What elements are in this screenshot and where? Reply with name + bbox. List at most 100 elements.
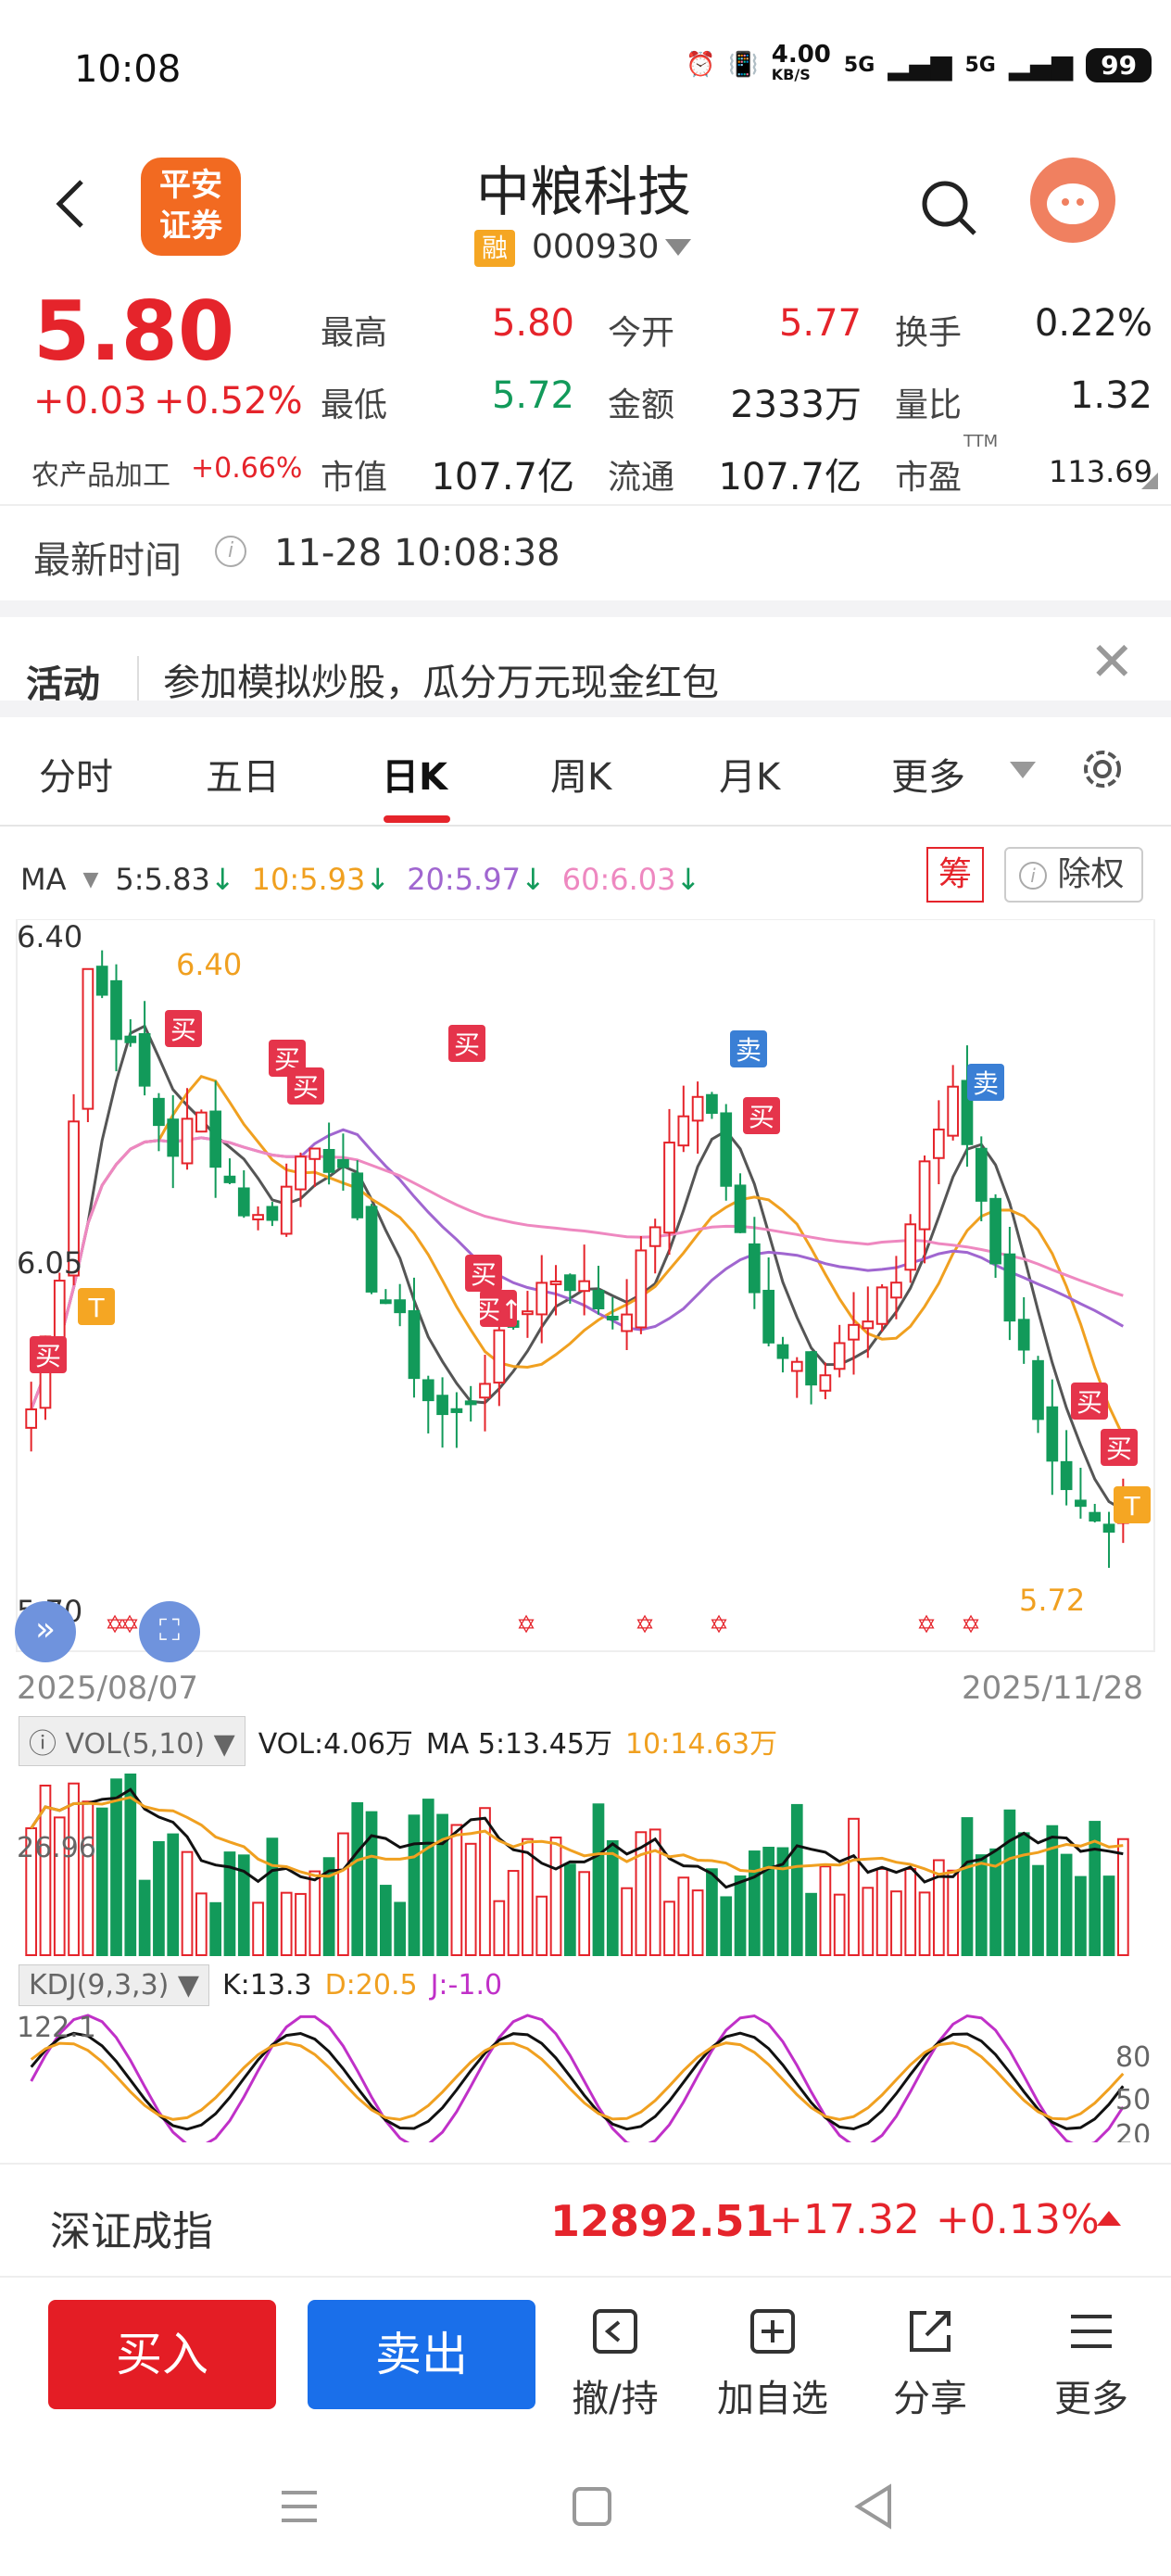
nav-back-icon[interactable] [852, 2483, 895, 2533]
status-time: 10:08 [74, 48, 182, 91]
kdj-legend[interactable]: KDJ(9,3,3) ▼ K:13.3 D:20.5 J:-1.0 [19, 1964, 502, 2006]
settings-gear-icon[interactable] [1078, 745, 1127, 793]
candle-body [464, 1400, 477, 1406]
volume-bar [351, 1801, 364, 1957]
signal-bars-icon-2: ▂▄▆ [1008, 48, 1074, 82]
y-tick-label: 6.40 [17, 919, 82, 954]
signal-bars-icon: ▂▄▆ [888, 48, 952, 82]
signal-star-icon: ✡ [635, 1611, 655, 1639]
ex-rights-button[interactable]: i 除权 [1004, 847, 1143, 903]
kdj-d: D:20.5 [324, 1969, 418, 2001]
section-gap [0, 600, 1171, 617]
candle-body [875, 1286, 888, 1325]
stock-name: 中粮科技 [475, 160, 691, 223]
ma60-value: 60:6.03 [561, 862, 676, 897]
volume-bar [68, 1782, 80, 1957]
tab-yuek[interactable]: 月K [719, 747, 780, 801]
candle-body [266, 1206, 279, 1221]
value-amount: 2333万 [730, 384, 862, 426]
volume-bar [1060, 1853, 1073, 1957]
cancel-hold-button[interactable]: 撤/持 [550, 2304, 680, 2422]
tab-rik[interactable]: 日K [382, 747, 447, 801]
kdj-y-tick: 80 [1115, 2041, 1151, 2074]
volume-bar [337, 1832, 349, 1956]
label-float: 流通 [608, 459, 675, 497]
buy-tag-label: 买 [454, 1029, 480, 1060]
chevron-down-icon[interactable] [665, 239, 691, 256]
candle-body [280, 1185, 293, 1235]
sell-button[interactable]: 卖出 [308, 2300, 535, 2409]
signal-star-icon: ✡ [120, 1611, 140, 1639]
volume-bar [833, 1893, 846, 1956]
label-pe: 市盈 [895, 459, 963, 497]
industry-change[interactable]: +0.66% [191, 452, 302, 485]
activity-separator [137, 656, 139, 701]
signal-star-icon: ✡ [709, 1611, 729, 1639]
more-button[interactable]: 更多 [1026, 2304, 1156, 2422]
search-icon[interactable] [917, 176, 982, 241]
tab-wuri[interactable]: 五日 [206, 747, 280, 801]
volume-bar [138, 1879, 151, 1956]
kdj-y-tick: 50 [1115, 2084, 1151, 2116]
nav-home-icon[interactable] [571, 2485, 613, 2532]
share-button[interactable]: 分享 [865, 2304, 995, 2422]
corner-expand-icon[interactable] [1141, 473, 1158, 489]
close-icon[interactable]: ✕ [1089, 630, 1135, 693]
volume-legend[interactable]: ⓘ VOL(5,10) ▼ VOL:4.06万 MA 5:13.45万 10:1… [19, 1716, 777, 1766]
buy-button[interactable]: 买入 [48, 2300, 276, 2409]
list-icon [1071, 2315, 1112, 2348]
volume-bar [805, 1892, 817, 1956]
activity-banner-text[interactable]: 参加模拟炒股，瓜分万元现金红包 [163, 652, 719, 706]
back-button[interactable] [52, 176, 89, 232]
candle-body [720, 1112, 733, 1187]
nav-menu-icon[interactable] [278, 2485, 321, 2532]
volume-bar [862, 1887, 875, 1957]
assistant-avatar-icon[interactable] [1030, 158, 1115, 243]
candle-body [337, 1158, 349, 1168]
withdraw-icon [593, 2309, 637, 2354]
add-favorite-button[interactable]: 加自选 [708, 2304, 837, 2422]
fullscreen-icon[interactable]: ⛶ [139, 1601, 200, 1662]
industry-name[interactable]: 农产品加工 [31, 452, 170, 493]
volume-indicator-selector[interactable]: ⓘ VOL(5,10) ▼ [19, 1716, 246, 1766]
buy-tag-label: 买 [471, 1259, 497, 1290]
expand-left-icon[interactable]: » [15, 1601, 76, 1662]
status-icons: ⏰ 📳 4.00 KB/S 5G ▂▄▆ 5G ▂▄▆ 99 [686, 37, 1152, 93]
volume-bar [379, 1885, 392, 1957]
value-vol-ratio: 1.32 [1069, 374, 1152, 417]
ma-legend[interactable]: MA ▼ 5:5.83↓ 10:5.93↓ 20:5.97↓ 60:6.03↓ [20, 862, 700, 897]
candle-body [53, 1280, 66, 1342]
volume-bar [961, 1817, 974, 1957]
active-tab-indicator [384, 815, 450, 823]
candle-body [209, 1110, 222, 1168]
kdj-indicator-selector[interactable]: KDJ(9,3,3) ▼ [19, 1964, 209, 2006]
price-change: +0.03 [33, 380, 147, 423]
kline-chart[interactable]: 买T买买买买买买↑卖买卖买买T✡✡✡✡✡✡✡ 6.406.055.706.405… [0, 919, 1171, 2142]
vol-ma10: 10:14.63万 [624, 1728, 778, 1761]
tab-fenshi[interactable]: 分时 [39, 747, 113, 801]
index-name[interactable]: 深证成指 [50, 2198, 213, 2257]
buy-tag-label: 买↑ [474, 1294, 522, 1325]
chevron-down-icon[interactable] [1010, 762, 1036, 778]
index-change-pct: +0.13% [936, 2196, 1100, 2243]
candle-body [578, 1280, 591, 1293]
candle-body [790, 1360, 803, 1372]
candle-body [422, 1379, 434, 1402]
margin-badge: 融 [474, 230, 515, 267]
chevron-up-icon[interactable] [1097, 2211, 1121, 2226]
buy-tag-label: 买 [1077, 1387, 1102, 1418]
label-turnover: 换手 [895, 314, 963, 352]
tab-more[interactable]: 更多 [891, 747, 965, 801]
tab-zhouk[interactable]: 周K [550, 747, 611, 801]
info-icon: i [1019, 862, 1047, 890]
info-icon[interactable]: i [215, 536, 246, 567]
candle-body [1089, 1511, 1102, 1522]
chip-distribution-button[interactable]: 筹 [926, 847, 984, 903]
chevron-down-icon[interactable]: ▼ [83, 868, 99, 891]
stock-code[interactable]: 000930 [532, 228, 659, 266]
ma-indicator-name[interactable]: MA [20, 862, 67, 897]
candle-body [890, 1282, 902, 1299]
value-float: 107.7亿 [718, 456, 862, 499]
current-price: 5.80 [33, 284, 235, 379]
volume-bar [648, 1828, 661, 1956]
